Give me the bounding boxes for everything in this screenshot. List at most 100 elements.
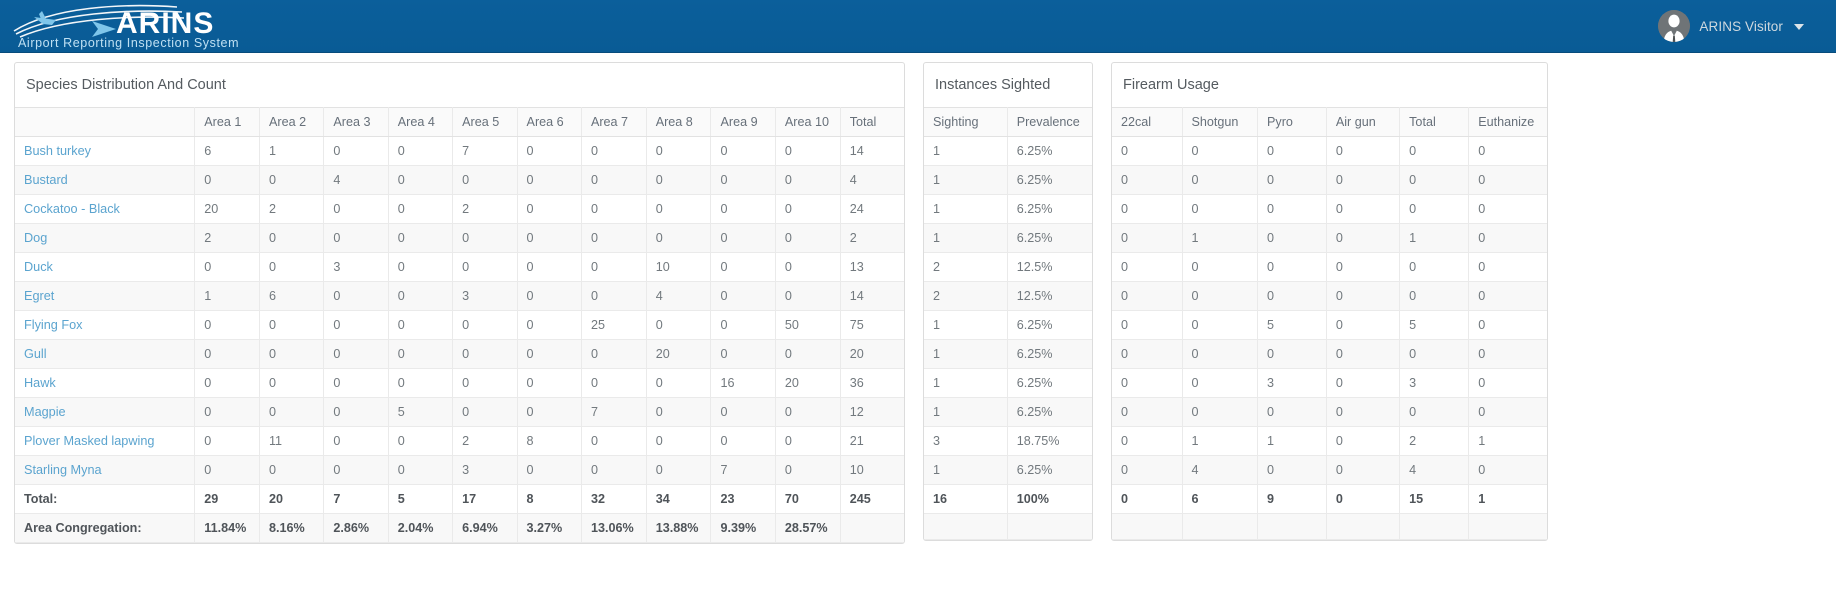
species-total-cell: 34 <box>646 484 712 514</box>
species-link[interactable]: Magpie <box>24 405 66 419</box>
firearm-cell: 0 <box>1112 252 1183 282</box>
firearm-cell: 1 <box>1399 223 1470 253</box>
species-count-cell: 0 <box>194 339 260 369</box>
firearm-cell: 0 <box>1257 194 1327 224</box>
firearm-cell: 0 <box>1112 165 1183 195</box>
species-count-cell: 24 <box>840 194 904 224</box>
firearm-cell: 0 <box>1182 310 1259 340</box>
species-count-cell: 50 <box>775 310 841 340</box>
species-count-cell: 0 <box>646 165 712 195</box>
area-congregation-cell: 6.94% <box>452 513 518 543</box>
species-count-cell: 12 <box>840 397 904 427</box>
species-total-label: Total: <box>15 484 196 514</box>
species-count-cell: 0 <box>710 223 776 253</box>
col-total: Total <box>1399 106 1470 137</box>
firearm-cell: 0 <box>1399 252 1470 282</box>
species-count-cell: 0 <box>452 368 518 398</box>
species-count-cell: 0 <box>775 136 841 166</box>
species-count-cell: 0 <box>388 339 454 369</box>
brand-logo[interactable]: ARINS Airport Reporting Inspection Syste… <box>12 1 274 51</box>
species-link[interactable]: Dog <box>24 231 47 245</box>
species-link[interactable]: Bush turkey <box>24 144 91 158</box>
firearm-cell: 0 <box>1399 136 1470 166</box>
species-link[interactable]: Starling Myna <box>24 463 102 477</box>
col-shotgun: Shotgun <box>1182 106 1259 137</box>
species-count-cell: 0 <box>259 397 325 427</box>
species-link[interactable]: Bustard <box>24 173 68 187</box>
firearm-cell: 0 <box>1182 339 1259 369</box>
col-prevalence: Prevalence <box>1007 106 1092 137</box>
species-link[interactable]: Cockatoo - Black <box>24 202 120 216</box>
table-row: 000000 <box>1112 281 1547 311</box>
area-congregation-cell: 11.84% <box>194 513 260 543</box>
firearm-cell: 0 <box>1182 252 1259 282</box>
species-count-cell: 1 <box>194 281 260 311</box>
species-count-cell: 0 <box>517 397 582 427</box>
table-row: Cockatoo - Black 20 2 0 0 2 0 0 0 0 0 24 <box>15 194 904 224</box>
species-count-cell: 75 <box>840 310 904 340</box>
species-count-cell: 0 <box>388 252 454 282</box>
table-row: 1 6.25% <box>924 223 1092 253</box>
table-row-total: 16 100% <box>924 484 1092 514</box>
firearm-cell: 5 <box>1257 310 1327 340</box>
firearm-cell: 2 <box>1399 426 1470 456</box>
species-count-cell: 0 <box>259 310 325 340</box>
species-count-cell: 20 <box>840 339 904 369</box>
sighting-cell: 1 <box>924 310 1008 340</box>
species-link[interactable]: Hawk <box>24 376 56 390</box>
firearm-panel-title: Firearm Usage <box>1123 77 1219 93</box>
firearm-cell: 0 <box>1112 339 1183 369</box>
firearm-cell: 0 <box>1468 281 1547 311</box>
sighting-cell: 2 <box>924 252 1008 282</box>
species-count-cell: 0 <box>775 165 841 195</box>
firearm-cell: 0 <box>1112 281 1183 311</box>
area-congregation-cell: 13.88% <box>646 513 712 543</box>
firearm-cell: 0 <box>1182 136 1259 166</box>
species-count-cell: 0 <box>517 223 582 253</box>
firearm-cell: 0 <box>1112 223 1183 253</box>
species-count-cell: 0 <box>581 339 647 369</box>
species-total-cell: 20 <box>259 484 325 514</box>
species-count-cell: 0 <box>388 455 454 485</box>
species-link[interactable]: Flying Fox <box>24 318 83 332</box>
species-count-cell: 0 <box>581 194 647 224</box>
species-count-cell: 0 <box>646 310 712 340</box>
firearm-cell: 0 <box>1182 281 1259 311</box>
firearm-cell: 0 <box>1468 136 1547 166</box>
firearm-cell: 1 <box>1182 223 1259 253</box>
species-link[interactable]: Duck <box>24 260 53 274</box>
table-row-blank <box>1112 513 1547 540</box>
firearm-cell: 0 <box>1399 397 1470 427</box>
species-header-row: Area 1 Area 2 Area 3 Area 4 Area 5 Area … <box>15 106 904 137</box>
species-link[interactable]: Gull <box>24 347 47 361</box>
firearm-header-row: 22cal Shotgun Pyro Air gun Total Euthani… <box>1112 106 1547 137</box>
species-count-cell: 0 <box>710 165 776 195</box>
chevron-down-icon[interactable] <box>1794 24 1804 30</box>
user-avatar-icon <box>1658 10 1691 42</box>
species-link[interactable]: Plover Masked lapwing <box>24 434 154 448</box>
species-count-cell: 4 <box>323 165 389 195</box>
sighting-cell <box>924 513 1008 540</box>
sighting-cell: 1 <box>924 455 1008 485</box>
instances-table-body: 1 6.25% 1 6.25% 1 6.25% 1 6.25% 2 12.5% 2 12.5% 1 6.2… <box>924 136 1092 540</box>
table-row: 2 12.5% <box>924 252 1092 282</box>
table-row: 000000 <box>1112 252 1547 282</box>
species-link[interactable]: Egret <box>24 289 54 303</box>
species-count-cell: 4 <box>840 165 904 195</box>
species-count-cell: 0 <box>775 397 841 427</box>
user-menu[interactable]: ARINS Visitor <box>1658 10 1804 42</box>
species-count-cell: 20 <box>194 194 260 224</box>
species-name-cell: Hawk <box>15 368 196 398</box>
species-count-cell: 2 <box>194 223 260 253</box>
species-name-cell: Duck <box>15 252 196 282</box>
firearm-cell: 0 <box>1326 281 1401 311</box>
firearm-cell <box>1399 513 1470 540</box>
species-count-cell: 0 <box>452 223 518 253</box>
species-count-cell: 0 <box>323 339 389 369</box>
area-congregation-cell: 2.86% <box>323 513 389 543</box>
species-count-cell: 0 <box>323 223 389 253</box>
species-count-cell: 2 <box>452 426 518 456</box>
species-count-cell: 0 <box>452 165 518 195</box>
firearm-cell: 0 <box>1468 339 1547 369</box>
firearm-cell: 0 <box>1112 368 1183 398</box>
